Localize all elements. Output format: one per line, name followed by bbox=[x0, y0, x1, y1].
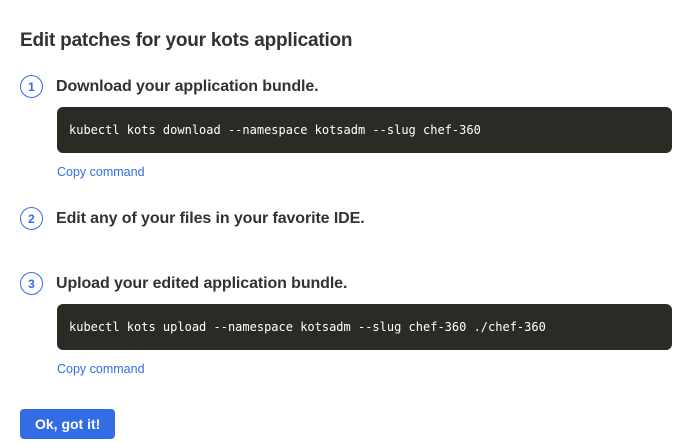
copy-upload-command-link[interactable]: Copy command bbox=[57, 362, 145, 376]
step-edit-header: 2 Edit any of your files in your favorit… bbox=[20, 207, 672, 230]
step-upload-body: kubectl kots upload --namespace kotsadm … bbox=[57, 304, 672, 378]
step-upload: 3 Upload your edited application bundle.… bbox=[20, 272, 672, 378]
ok-got-it-button[interactable]: Ok, got it! bbox=[20, 409, 115, 439]
step-3-title: Upload your edited application bundle. bbox=[56, 275, 347, 293]
step-1-title: Download your application bundle. bbox=[56, 78, 318, 96]
step-download: 1 Download your application bundle. kube… bbox=[20, 75, 672, 181]
step-2-title: Edit any of your files in your favorite … bbox=[56, 210, 365, 228]
edit-patches-dialog: Edit patches for your kots application 1… bbox=[0, 0, 690, 443]
step-download-header: 1 Download your application bundle. bbox=[20, 75, 672, 98]
copy-download-command-link[interactable]: Copy command bbox=[57, 165, 145, 179]
spacer bbox=[20, 230, 672, 272]
step-1-number-badge: 1 bbox=[20, 75, 43, 98]
spacer bbox=[20, 378, 672, 409]
step-2-number-badge: 2 bbox=[20, 207, 43, 230]
download-command-text: kubectl kots download --namespace kotsad… bbox=[69, 123, 481, 137]
step-edit: 2 Edit any of your files in your favorit… bbox=[20, 207, 672, 230]
spacer bbox=[20, 181, 672, 207]
upload-command-snippet: kubectl kots upload --namespace kotsadm … bbox=[57, 304, 672, 350]
step-3-number-badge: 3 bbox=[20, 272, 43, 295]
step-upload-header: 3 Upload your edited application bundle. bbox=[20, 272, 672, 295]
page-title: Edit patches for your kots application bbox=[20, 30, 672, 52]
step-download-body: kubectl kots download --namespace kotsad… bbox=[57, 107, 672, 181]
upload-command-text: kubectl kots upload --namespace kotsadm … bbox=[69, 320, 546, 334]
download-command-snippet: kubectl kots download --namespace kotsad… bbox=[57, 107, 672, 153]
